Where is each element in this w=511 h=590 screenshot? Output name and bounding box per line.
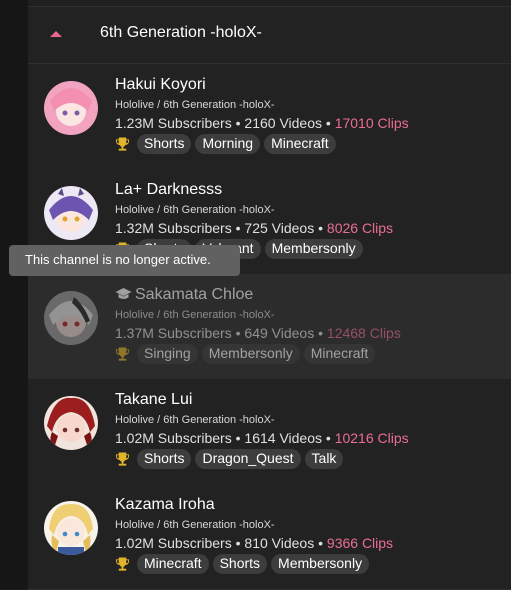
collapse-caret-icon[interactable]: [50, 31, 62, 37]
topic-tag[interactable]: Minecraft: [303, 344, 376, 364]
subscriber-count: 1.32M Subscribers: [115, 220, 232, 236]
channel-name[interactable]: Kazama Iroha: [115, 496, 215, 514]
channel-stats: 1.02M Subscribers • 1614 Videos • 10216 …: [115, 430, 409, 446]
channel-row[interactable]: Kazama Iroha Hololive / 6th Generation -…: [28, 484, 511, 590]
topic-tag[interactable]: Morning: [195, 134, 261, 154]
channel-stats: 1.32M Subscribers • 725 Videos • 8026 Cl…: [115, 220, 394, 236]
video-count: 1614 Videos: [244, 430, 322, 446]
channel-stats: 1.37M Subscribers • 649 Videos • 12468 C…: [115, 325, 401, 341]
video-count: 810 Videos: [244, 535, 315, 551]
topic-tag[interactable]: Dragon_Quest: [195, 449, 301, 469]
topic-tag[interactable]: Shorts: [212, 554, 268, 574]
trophy-icon: [115, 557, 130, 571]
channel-avatar[interactable]: [44, 396, 98, 450]
topic-tag[interactable]: Membersonly: [201, 344, 300, 364]
graduation-cap-icon: [115, 288, 132, 299]
subscriber-count: 1.23M Subscribers: [115, 115, 232, 131]
topic-tag[interactable]: Shorts: [137, 449, 192, 469]
channel-org: Hololive / 6th Generation -holoX-: [115, 519, 275, 531]
channel-stats: 1.02M Subscribers • 810 Videos • 9366 Cl…: [115, 535, 394, 551]
subscriber-count: 1.37M Subscribers: [115, 325, 232, 341]
topic-tag[interactable]: Membersonly: [271, 554, 370, 574]
channel-row[interactable]: Hakui Koyori Hololive / 6th Generation -…: [28, 64, 511, 170]
tag-list: Minecraft Shorts Membersonly: [115, 554, 373, 574]
channel-name-text: Sakamata Chloe: [135, 286, 254, 303]
channel-name[interactable]: Hakui Koyori: [115, 76, 206, 94]
trophy-icon: [115, 347, 130, 361]
channel-org: Hololive / 6th Generation -holoX-: [115, 309, 275, 321]
channel-name[interactable]: La+ Darknesss: [115, 181, 222, 199]
video-count: 649 Videos: [244, 325, 315, 341]
tag-list: Singing Membersonly Minecraft: [115, 344, 379, 364]
channel-org: Hololive / 6th Generation -holoX-: [115, 204, 275, 216]
channel-avatar[interactable]: [44, 81, 98, 135]
clip-count[interactable]: 17010 Clips: [335, 115, 409, 131]
topic-tag[interactable]: Talk: [304, 449, 344, 469]
clip-count[interactable]: 10216 Clips: [335, 430, 409, 446]
clip-count[interactable]: 12468 Clips: [327, 325, 401, 341]
channel-avatar[interactable]: [44, 501, 98, 555]
channel-avatar[interactable]: [44, 186, 98, 240]
channel-name[interactable]: Takane Lui: [115, 391, 192, 409]
topic-tag[interactable]: Singing: [137, 344, 198, 364]
group-title: 6th Generation -holoX-: [100, 24, 262, 41]
trophy-icon: [115, 137, 130, 151]
tag-list: Shorts Morning Minecraft: [115, 134, 340, 154]
group-header[interactable]: 6th Generation -holoX-: [28, 7, 511, 64]
tag-list: Shorts Dragon_Quest Talk: [115, 449, 347, 469]
video-count: 725 Videos: [244, 220, 315, 236]
channel-stats: 1.23M Subscribers • 2160 Videos • 17010 …: [115, 115, 409, 131]
topic-tag[interactable]: Minecraft: [137, 554, 209, 574]
channel-org: Hololive / 6th Generation -holoX-: [115, 99, 275, 111]
topic-tag[interactable]: Minecraft: [264, 134, 336, 154]
channel-org: Hololive / 6th Generation -holoX-: [115, 414, 275, 426]
channel-avatar[interactable]: [44, 291, 98, 345]
trophy-icon: [115, 452, 130, 466]
subscriber-count: 1.02M Subscribers: [115, 430, 232, 446]
subscriber-count: 1.02M Subscribers: [115, 535, 232, 551]
topic-tag[interactable]: Membersonly: [264, 239, 363, 259]
clip-count[interactable]: 8026 Clips: [327, 220, 393, 236]
left-gutter: [0, 0, 28, 589]
channel-name[interactable]: Sakamata Chloe: [115, 286, 253, 304]
inactive-channel-tooltip: This channel is no longer active.: [9, 245, 240, 276]
topic-tag[interactable]: Shorts: [137, 134, 192, 154]
channel-row-inactive[interactable]: Sakamata Chloe Hololive / 6th Generation…: [28, 274, 511, 380]
channel-row[interactable]: Takane Lui Hololive / 6th Generation -ho…: [28, 379, 511, 485]
clip-count[interactable]: 9366 Clips: [327, 535, 393, 551]
video-count: 2160 Videos: [244, 115, 322, 131]
